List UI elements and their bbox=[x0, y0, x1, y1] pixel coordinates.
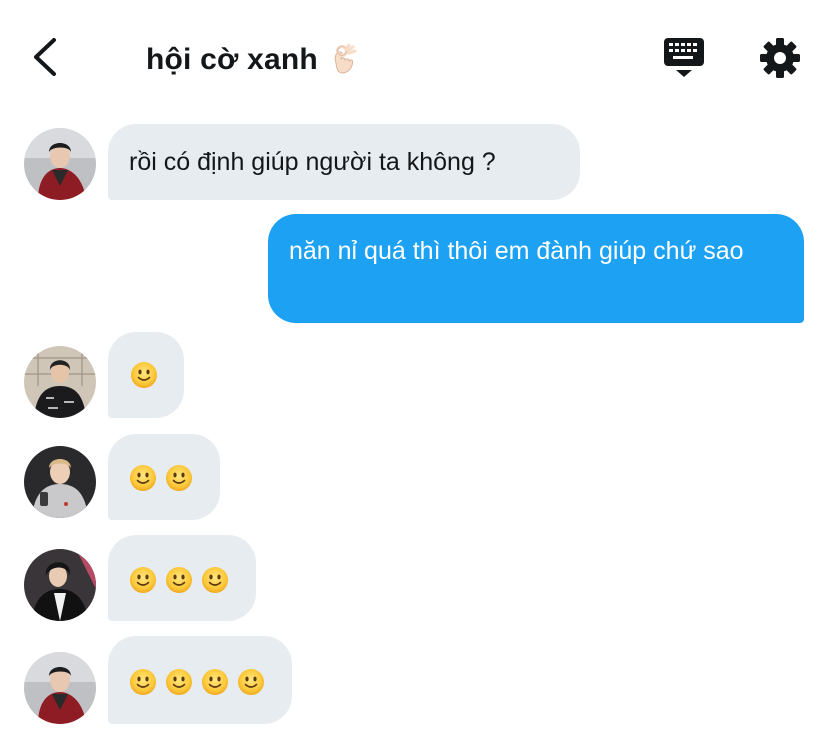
message-row bbox=[0, 636, 828, 724]
chevron-left-icon bbox=[34, 38, 56, 76]
message-bubble-outgoing[interactable]: năn nỉ quá thì thôi em đành giúp chứ sao bbox=[268, 214, 804, 323]
keyboard-button[interactable] bbox=[662, 36, 706, 80]
avatar-photo bbox=[24, 446, 96, 518]
avatar[interactable] bbox=[24, 346, 96, 418]
conversation-title-area: hội cờ xanh bbox=[146, 38, 362, 82]
slightly-smiling-face-icon bbox=[129, 566, 157, 594]
avatar[interactable] bbox=[24, 652, 96, 724]
message-bubble-incoming[interactable] bbox=[108, 332, 184, 418]
message-row bbox=[0, 535, 828, 621]
message-bubble-incoming[interactable] bbox=[108, 535, 256, 621]
message-row: rồi có định giúp người ta không ? bbox=[0, 124, 828, 200]
slightly-smiling-face-icon bbox=[201, 668, 229, 696]
slightly-smiling-face-icon bbox=[129, 464, 157, 492]
emoji-group bbox=[129, 566, 256, 594]
slightly-smiling-face-icon bbox=[129, 668, 157, 696]
avatar-photo bbox=[24, 549, 96, 621]
message-text: rồi có định giúp người ta không ? bbox=[129, 148, 496, 176]
emoji-group bbox=[130, 361, 184, 389]
avatar-photo bbox=[24, 128, 96, 200]
avatar[interactable] bbox=[24, 128, 96, 200]
settings-button[interactable] bbox=[758, 36, 802, 80]
avatar-photo bbox=[24, 652, 96, 724]
gear-icon bbox=[760, 38, 800, 78]
ok-hand-icon bbox=[334, 43, 357, 74]
slightly-smiling-face-icon bbox=[165, 668, 193, 696]
message-bubble-incoming[interactable] bbox=[108, 636, 292, 724]
avatar[interactable] bbox=[24, 446, 96, 518]
emoji-group bbox=[129, 668, 292, 696]
chat-screen: hội cờ xanh rồi có định giúp người ta kh… bbox=[0, 0, 828, 755]
emoji-group bbox=[129, 464, 220, 492]
avatar[interactable] bbox=[24, 549, 96, 621]
message-row bbox=[0, 434, 828, 520]
message-row bbox=[0, 332, 828, 418]
slightly-smiling-face-icon bbox=[237, 668, 265, 696]
slightly-smiling-face-icon bbox=[201, 566, 229, 594]
conversation-title: hội cờ xanh bbox=[146, 43, 318, 76]
message-row: năn nỉ quá thì thôi em đành giúp chứ sao bbox=[0, 214, 828, 324]
avatar-photo bbox=[24, 346, 96, 418]
keyboard-icon bbox=[664, 38, 704, 77]
slightly-smiling-face-icon bbox=[165, 566, 193, 594]
slightly-smiling-face-icon bbox=[130, 361, 158, 389]
message-text: năn nỉ quá thì thôi em đành giúp chứ sao bbox=[289, 237, 744, 265]
back-button[interactable] bbox=[26, 34, 66, 80]
message-bubble-incoming[interactable] bbox=[108, 434, 220, 520]
slightly-smiling-face-icon bbox=[165, 464, 193, 492]
conversation-header: hội cờ xanh bbox=[0, 0, 828, 112]
message-bubble-incoming[interactable]: rồi có định giúp người ta không ? bbox=[108, 124, 580, 200]
